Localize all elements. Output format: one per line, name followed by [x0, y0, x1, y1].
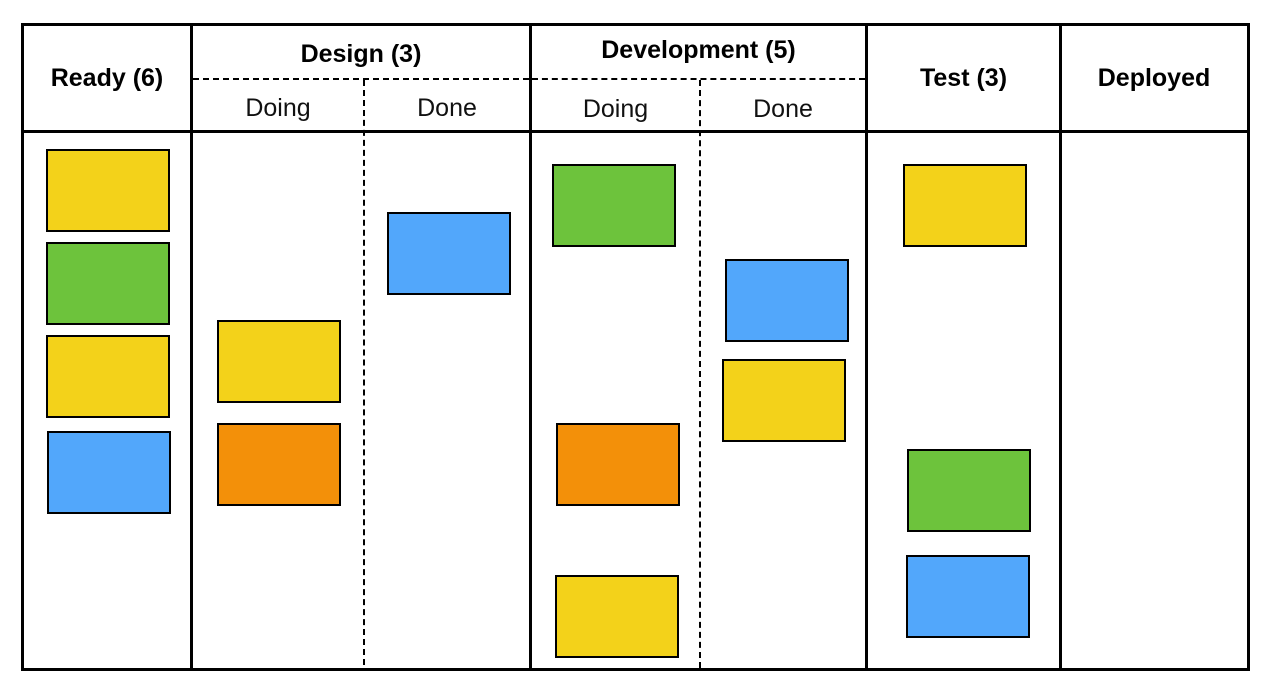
development-done-label: Done: [753, 95, 813, 123]
deployed-column-title: Deployed: [1097, 64, 1211, 92]
card-ready-yellow[interactable]: [46, 335, 170, 418]
design-doing-label: Doing: [245, 94, 311, 122]
development-column-title: Development (5): [601, 36, 796, 64]
card-development-done-yellow[interactable]: [722, 359, 846, 442]
design-column-title: Design (3): [300, 40, 422, 68]
card-design-done-blue[interactable]: [387, 212, 511, 295]
column-divider: [1059, 23, 1062, 671]
development-doing-done-divider: [699, 80, 701, 668]
card-development-doing-green[interactable]: [552, 164, 676, 247]
column-divider: [865, 23, 868, 671]
card-ready-green[interactable]: [46, 242, 170, 325]
card-ready-yellow[interactable]: [46, 149, 170, 232]
test-column-title: Test (3): [919, 64, 1008, 92]
design-subheader-divider: [193, 78, 529, 80]
card-test-yellow[interactable]: [903, 164, 1027, 247]
card-design-doing-orange[interactable]: [217, 423, 341, 506]
header-divider: [21, 130, 1250, 133]
card-development-doing-orange[interactable]: [556, 423, 680, 506]
card-ready-blue[interactable]: [47, 431, 171, 514]
card-development-doing-yellow[interactable]: [555, 575, 679, 658]
card-test-green[interactable]: [907, 449, 1031, 532]
card-design-doing-yellow[interactable]: [217, 320, 341, 403]
ready-column-title: Ready (6): [50, 64, 164, 92]
card-development-done-blue[interactable]: [725, 259, 849, 342]
card-test-blue[interactable]: [906, 555, 1030, 638]
development-doing-label: Doing: [582, 95, 649, 123]
design-doing-done-divider: [363, 80, 365, 665]
design-done-label: Done: [417, 94, 477, 122]
